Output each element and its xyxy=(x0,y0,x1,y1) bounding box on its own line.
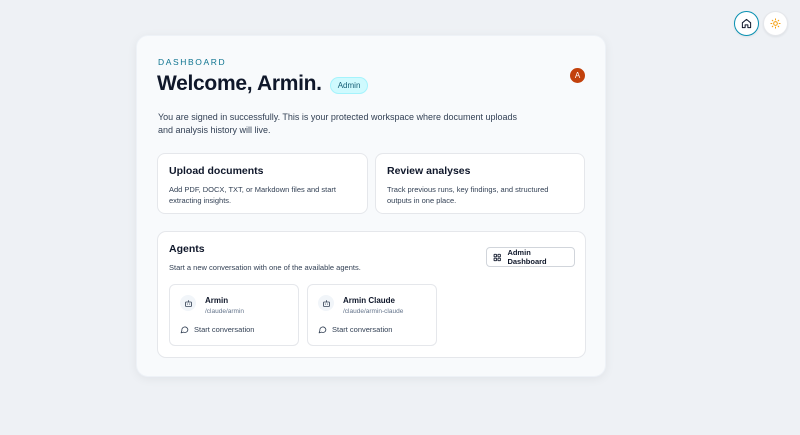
intro-text: You are signed in successfully. This is … xyxy=(158,112,518,135)
review-analyses-tile[interactable]: Review analyses Track previous runs, key… xyxy=(375,153,585,214)
page-eyebrow: DASHBOARD xyxy=(158,57,227,67)
bot-icon-chip xyxy=(180,295,196,311)
home-icon xyxy=(741,18,752,29)
avatar[interactable]: A xyxy=(570,68,585,83)
page-title: Welcome, Armin. xyxy=(157,72,322,95)
tile-title: Upload documents xyxy=(169,165,264,177)
agents-subtitle: Start a new conversation with one of the… xyxy=(169,263,361,272)
admin-dashboard-button[interactable]: Admin Dashboard xyxy=(486,247,575,267)
upload-documents-tile[interactable]: Upload documents Add PDF, DOCX, TXT, or … xyxy=(157,153,368,214)
agent-card-armin-claude[interactable]: Armin Claude /claude/armin-claude Start … xyxy=(307,284,437,346)
home-button[interactable] xyxy=(734,11,759,36)
theme-toggle-button[interactable] xyxy=(763,11,788,36)
start-conversation-label: Start conversation xyxy=(194,325,255,334)
tile-description: Add PDF, DOCX, TXT, or Markdown files an… xyxy=(169,185,337,205)
agents-title: Agents xyxy=(169,243,205,255)
bot-icon xyxy=(322,299,330,307)
role-badge: Admin xyxy=(329,76,369,94)
agent-card-armin[interactable]: Armin /claude/armin Start conversation xyxy=(169,284,299,346)
grid-icon xyxy=(493,253,501,261)
start-conversation-link[interactable]: Start conversation xyxy=(318,325,392,334)
start-conversation-link[interactable]: Start conversation xyxy=(180,325,254,334)
sun-icon xyxy=(770,18,781,29)
bot-icon-chip xyxy=(318,295,334,311)
bot-icon xyxy=(184,299,192,307)
top-controls xyxy=(734,11,788,36)
admin-dashboard-label: Admin Dashboard xyxy=(507,248,547,266)
dashboard-card: DASHBOARD Welcome, Armin. Admin A You ar… xyxy=(136,35,606,377)
agent-path: /claude/armin xyxy=(205,308,245,315)
agent-name: Armin Claude xyxy=(343,296,396,305)
chat-bubble-icon xyxy=(180,326,189,334)
chat-bubble-icon xyxy=(318,326,327,334)
agent-name: Armin xyxy=(205,296,229,305)
agent-path: /claude/armin-claude xyxy=(343,308,404,315)
agents-section: Agents Start a new conversation with one… xyxy=(157,231,586,358)
tile-description: Track previous runs, key findings, and s… xyxy=(387,185,549,205)
start-conversation-label: Start conversation xyxy=(332,325,393,334)
title-row: Welcome, Armin. Admin xyxy=(157,72,369,96)
tile-title: Review analyses xyxy=(387,165,471,177)
